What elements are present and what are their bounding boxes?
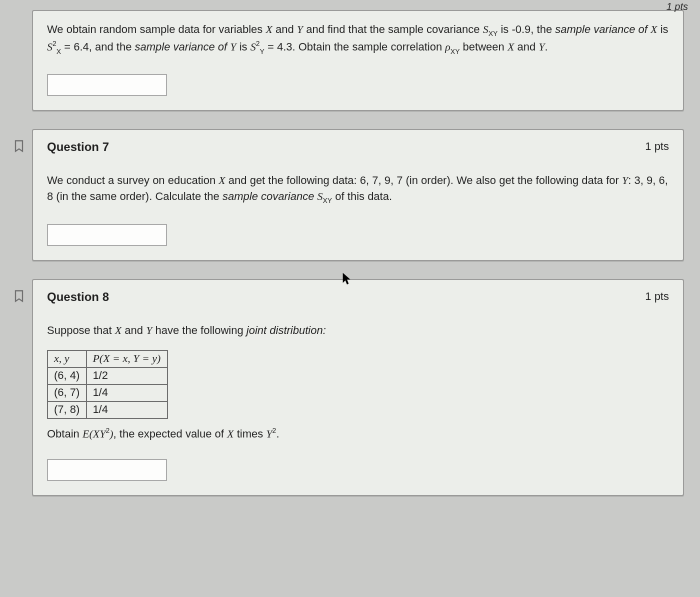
- t: and: [122, 325, 146, 337]
- t: and: [514, 42, 538, 54]
- q7-header: Question 7 1 pts: [32, 129, 684, 162]
- t: We conduct a survey on education: [47, 175, 219, 187]
- joint-dist-table: x, y P(X = x, Y = y) (6, 4)1/2 (6, 7)1/4…: [47, 350, 168, 419]
- t: is -0.9, the: [498, 24, 555, 36]
- cursor-icon: [342, 272, 352, 286]
- t: and find that the sample covariance: [303, 24, 483, 36]
- t: times: [234, 428, 266, 440]
- bookmark-icon[interactable]: [12, 139, 26, 153]
- t: joint distribution:: [246, 325, 326, 337]
- t: 1/2: [86, 367, 167, 384]
- t: 2: [256, 41, 260, 48]
- t: .: [545, 42, 548, 54]
- t: = 6.4, and the: [61, 42, 135, 54]
- table-row: (7, 8)1/4: [48, 401, 168, 418]
- q8-header: Question 8 1 pts: [32, 279, 684, 312]
- q8-p1: Suppose that X and Y have the following …: [47, 324, 669, 340]
- t: X: [115, 325, 122, 337]
- t: XY: [450, 49, 459, 56]
- t: have the following: [152, 325, 246, 337]
- t: , the expected value of: [113, 428, 227, 440]
- bookmark-icon[interactable]: [12, 289, 26, 303]
- table-row: (6, 4)1/2: [48, 367, 168, 384]
- t: 1/4: [86, 401, 167, 418]
- sxy-sub: XY: [488, 31, 497, 38]
- answer-input-q7[interactable]: [47, 224, 167, 246]
- t: of this data.: [332, 191, 392, 203]
- q7-pts: 1 pts: [645, 141, 669, 153]
- answer-input-q8[interactable]: [47, 459, 167, 481]
- q7-prompt: We conduct a survey on education X and g…: [47, 174, 669, 207]
- q8-p2: Obtain E(XY2), the expected value of X t…: [47, 427, 669, 444]
- question-card-prev: We obtain random sample data for variabl…: [32, 10, 684, 111]
- t: is: [236, 42, 250, 54]
- t: (7, 8): [48, 401, 87, 418]
- q8-title: Question 8: [47, 290, 109, 304]
- t: = 4.3. Obtain the sample correlation: [264, 42, 445, 54]
- t: P(X = x, Y = y): [93, 353, 161, 365]
- t: X: [227, 428, 234, 440]
- q7-title: Question 7: [47, 140, 109, 154]
- t: We obtain random sample data for variabl…: [47, 24, 266, 36]
- table-row: x, y P(X = x, Y = y): [48, 350, 168, 367]
- t: 1/4: [86, 384, 167, 401]
- q8-card: Suppose that X and Y have the following …: [32, 312, 684, 497]
- t: sample covariance: [222, 191, 317, 203]
- t: .: [276, 428, 279, 440]
- table-row: (6, 7)1/4: [48, 384, 168, 401]
- t: (6, 4): [48, 367, 87, 384]
- t: between: [460, 42, 508, 54]
- q-prev-prompt: We obtain random sample data for variabl…: [47, 23, 669, 58]
- t: 2: [53, 41, 57, 48]
- t: and get the following data: 6, 7, 9, 7 (…: [225, 175, 622, 187]
- answer-input-prev[interactable]: [47, 74, 167, 96]
- t: sample variance of: [555, 24, 650, 36]
- t: Suppose that: [47, 325, 115, 337]
- q8-pts: 1 pts: [645, 291, 669, 303]
- t: and: [272, 24, 296, 36]
- t: x, y: [54, 353, 69, 365]
- t: Obtain: [47, 428, 82, 440]
- t: E(XY: [82, 428, 105, 440]
- t: (6, 7): [48, 384, 87, 401]
- q7-card: We conduct a survey on education X and g…: [32, 162, 684, 260]
- t: XY: [323, 198, 332, 205]
- page-top-pts: 1 pts: [666, 2, 688, 13]
- t: sample variance of: [135, 42, 230, 54]
- t: is: [657, 24, 668, 36]
